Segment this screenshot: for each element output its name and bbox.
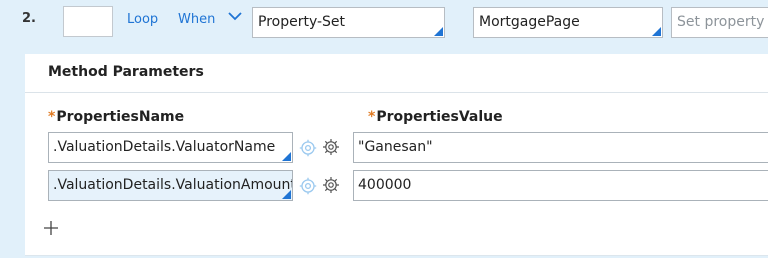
property-name-input[interactable]: .ValuationDetails.ValuatorName [48,132,293,163]
property-value-input[interactable]: 400000 [353,170,768,201]
autocomplete-corner-icon [652,27,661,36]
gear-icon[interactable] [322,176,340,194]
required-marker: * [368,109,376,125]
method-field[interactable]: Property-Set [252,7,445,38]
step-page-field[interactable]: MortgagePage [473,7,663,38]
property-name-value: .ValuationDetails.ValuationAmount [53,177,293,193]
gear-icon[interactable] [322,138,340,156]
autocomplete-corner-icon [282,190,291,199]
autocomplete-corner-icon [434,27,443,36]
target-icon[interactable] [299,177,317,195]
property-value-input[interactable]: "Ganesan" [353,132,768,163]
loop-link[interactable]: Loop [127,12,158,27]
properties-name-header: *PropertiesName [48,109,184,125]
step-row: 2. Loop When Property-Set MortgagePage S… [0,0,768,45]
target-icon[interactable] [299,139,317,157]
step-editor: 2. Loop When Property-Set MortgagePage S… [0,0,768,258]
property-name-input[interactable]: .ValuationDetails.ValuationAmount [48,170,293,201]
method-parameters-title: Method Parameters [48,64,204,80]
description-placeholder: Set property v [677,14,768,30]
add-icon[interactable] [43,220,59,236]
step-page-value: MortgagePage [479,14,580,30]
required-marker: * [48,109,56,125]
properties-value-header: *PropertiesValue [368,109,503,125]
description-field[interactable]: Set property v [671,7,768,38]
properties-value-header-label: PropertiesValue [376,109,503,125]
properties-name-header-label: PropertiesName [56,109,185,125]
method-parameters-card: Method Parameters *PropertiesName *Prope… [25,54,768,256]
property-name-value: .ValuationDetails.ValuatorName [53,139,276,155]
property-value-text: "Ganesan" [358,139,433,155]
property-value-text: 400000 [358,177,412,193]
method-value: Property-Set [258,14,346,30]
autocomplete-corner-icon [282,152,291,161]
step-label-input[interactable] [63,6,113,37]
when-link[interactable]: When [178,12,215,27]
method-parameters-panel: Method Parameters *PropertiesName *Prope… [0,45,768,258]
chevron-down-icon[interactable] [227,8,243,24]
divider [25,92,768,93]
step-number: 2. [22,11,36,26]
